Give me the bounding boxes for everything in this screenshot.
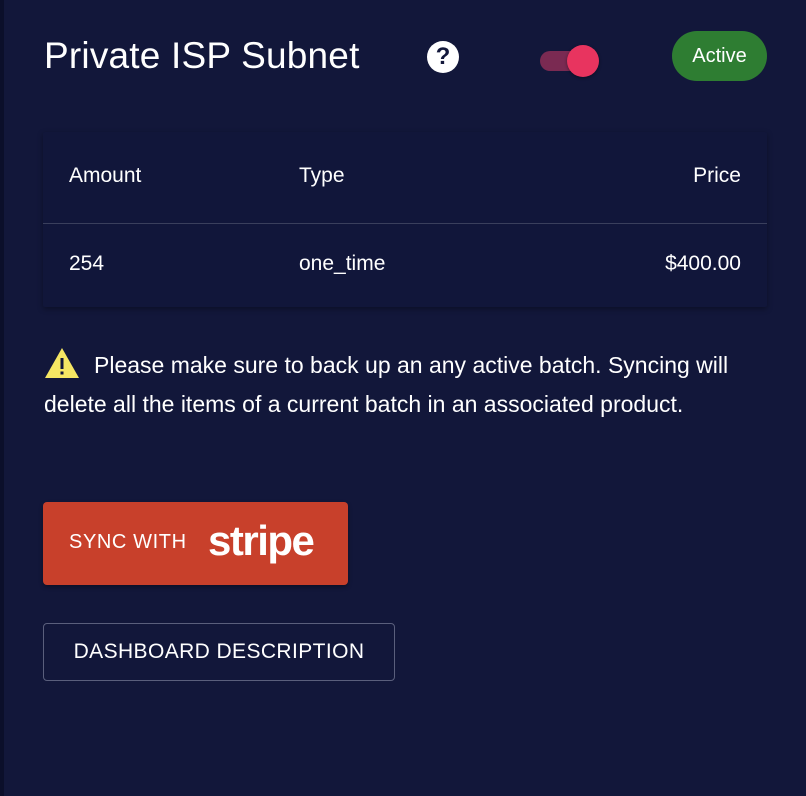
column-header-amount: Amount bbox=[69, 164, 142, 187]
column-header-type: Type bbox=[299, 164, 345, 187]
table-header: Amount Type Price bbox=[43, 164, 767, 222]
cell-amount: 254 bbox=[69, 252, 105, 275]
left-edge bbox=[0, 0, 4, 796]
toggle-thumb bbox=[567, 45, 599, 77]
help-icon[interactable]: ? bbox=[427, 41, 459, 73]
warning-text: Please make sure to back up an any activ… bbox=[44, 352, 729, 417]
stripe-logo: stripe bbox=[208, 517, 315, 564]
warning-message: Please make sure to back up an any activ… bbox=[44, 346, 774, 424]
table-row: 254 one_time $400.00 bbox=[43, 252, 767, 292]
page-title: Private ISP Subnet bbox=[44, 35, 360, 76]
sync-with-stripe-button[interactable]: SYNC WITH stripe bbox=[43, 502, 348, 585]
active-toggle[interactable] bbox=[540, 45, 599, 77]
status-badge: Active bbox=[672, 31, 767, 81]
cell-price: $400.00 bbox=[665, 252, 741, 275]
cell-type: one_time bbox=[299, 252, 386, 275]
pricing-table: Amount Type Price 254 one_time $400.00 bbox=[43, 132, 767, 307]
column-header-price: Price bbox=[693, 164, 741, 187]
table-divider bbox=[43, 223, 767, 224]
page: Private ISP Subnet ? Active Amount Type … bbox=[0, 0, 806, 796]
dashboard-description-button[interactable]: DASHBOARD DESCRIPTION bbox=[43, 623, 395, 681]
sync-label: SYNC WITH bbox=[69, 531, 187, 553]
warning-icon bbox=[44, 347, 80, 379]
